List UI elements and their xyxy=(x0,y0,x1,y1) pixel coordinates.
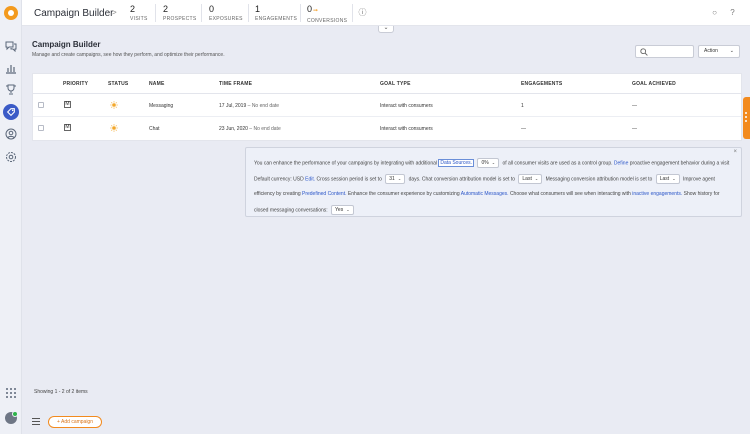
kpi-exposures[interactable]: 0 EXPOSURES xyxy=(209,4,243,22)
automatic-messages-link[interactable]: Automatic Messages. xyxy=(461,191,509,197)
divider xyxy=(300,4,301,22)
kpi-visits[interactable]: 2 VISITS xyxy=(130,4,148,22)
column-header[interactable]: NAME xyxy=(149,81,165,87)
info-icon[interactable]: ⓘ xyxy=(358,8,367,17)
apps-grid-icon[interactable] xyxy=(6,388,16,398)
edit-currency-link[interactable]: Edit. xyxy=(305,176,315,182)
side-panel-handle[interactable] xyxy=(743,97,750,139)
campaign-table: PRIORITY STATUS NAME TIME FRAME GOAL TYP… xyxy=(32,73,742,141)
chevron-down-icon: ⌄ xyxy=(672,176,676,181)
session-period-select[interactable]: 31 ⌄ xyxy=(385,174,406,184)
kpi-engagements[interactable]: 1 ENGAGEMENTS xyxy=(255,4,297,22)
divider xyxy=(201,4,202,22)
predefined-content-link[interactable]: Predefined Content. xyxy=(302,191,346,197)
top-bar: Campaign Builder > 2 VISITS 2 PROSPECTS … xyxy=(22,0,750,26)
priority-badge: M xyxy=(64,101,71,108)
table-header: PRIORITY STATUS NAME TIME FRAME GOAL TYP… xyxy=(33,74,741,94)
time-frame: 17 Jul, 2019 – No end date xyxy=(219,103,280,109)
control-group-select[interactable]: 0% ⌄ xyxy=(477,158,500,168)
goal-achieved-value: — xyxy=(632,126,637,132)
column-header[interactable]: GOAL ACHIEVED xyxy=(632,81,676,87)
define-link[interactable]: Define xyxy=(614,160,628,166)
search-input[interactable] xyxy=(635,45,694,58)
settings-info-panel: × You can enhance the performance of you… xyxy=(245,147,742,217)
chevron-right-icon: > xyxy=(112,8,117,17)
goal-achieved-value: — xyxy=(632,103,637,109)
app-title: Campaign Builder xyxy=(34,8,114,19)
chat-icon[interactable] xyxy=(5,40,17,52)
table-row[interactable]: M Messaging 17 Jul, 2019 – No end date I… xyxy=(33,94,741,117)
chart-icon[interactable] xyxy=(5,62,17,74)
goal-type: Interact with consumers xyxy=(380,103,433,109)
row-checkbox[interactable] xyxy=(38,125,44,131)
page-subtitle: Manage and create campaigns, see how the… xyxy=(32,52,225,58)
inactive-engagements-link[interactable]: inactive engagements. xyxy=(632,191,682,197)
column-header[interactable]: GOAL TYPE xyxy=(380,81,411,87)
divider xyxy=(352,4,353,22)
campaign-name[interactable]: Messaging xyxy=(149,103,173,109)
engagements-value: — xyxy=(521,126,526,132)
chevron-down-icon: ⌄ xyxy=(491,160,496,165)
close-icon[interactable]: × xyxy=(733,149,737,155)
help-icon[interactable]: ? xyxy=(728,8,737,17)
divider xyxy=(248,4,249,22)
table-row[interactable]: M Chat 23 Jun, 2020 – No end date Intera… xyxy=(33,117,741,140)
data-sources-link[interactable]: Data Sources. xyxy=(438,159,475,168)
info-line: closed messaging conversations: Yes ⌄ xyxy=(254,205,356,215)
chevron-down-icon[interactable]: ⌄ xyxy=(378,25,394,33)
info-line: efficiency by creating Predefined Conten… xyxy=(254,191,720,197)
chat-attribution-select[interactable]: Last ⌄ xyxy=(518,174,543,184)
history-select[interactable]: Yes ⌄ xyxy=(331,205,354,215)
divider xyxy=(155,4,156,22)
settings-icon[interactable] xyxy=(5,151,17,163)
notifications-icon[interactable]: ○ xyxy=(710,8,719,17)
info-line: Default currency: USD Edit. Cross sessio… xyxy=(254,174,715,184)
column-header[interactable]: ENGAGEMENTS xyxy=(521,81,562,87)
messaging-attribution-select[interactable]: Last ⌄ xyxy=(655,174,680,184)
status-sun-icon xyxy=(110,124,118,132)
time-frame: 23 Jun, 2020 – No end date xyxy=(219,126,281,132)
conversion-icon: ➞ xyxy=(313,8,319,14)
avatar[interactable] xyxy=(5,411,18,424)
priority-badge: M xyxy=(64,124,71,131)
row-checkbox[interactable] xyxy=(38,102,44,108)
goal-type: Interact with consumers xyxy=(380,126,433,132)
menu-icon[interactable] xyxy=(32,418,40,425)
engagements-value: 1 xyxy=(521,103,524,109)
info-line: You can enhance the performance of your … xyxy=(254,158,730,168)
kpi-prospects[interactable]: 2 PROSPECTS xyxy=(163,4,197,22)
pagination-summary: Showing 1 - 2 of 2 items xyxy=(34,389,88,395)
chevron-down-icon: ⌄ xyxy=(534,176,539,181)
kpi-conversions[interactable]: 0➞ CONVERSIONS xyxy=(307,4,347,24)
chevron-down-icon: ⌄ xyxy=(729,48,734,54)
trophy-icon[interactable] xyxy=(5,84,17,96)
action-dropdown[interactable]: Action ⌄ xyxy=(698,45,740,58)
status-sun-icon xyxy=(110,101,118,109)
chevron-down-icon: ⌄ xyxy=(397,176,402,181)
campaign-icon[interactable] xyxy=(3,104,19,120)
logo-icon[interactable] xyxy=(4,6,18,20)
column-header[interactable]: TIME FRAME xyxy=(219,81,252,87)
user-icon[interactable] xyxy=(5,128,17,140)
column-header[interactable]: STATUS xyxy=(108,81,128,87)
page-title: Campaign Builder xyxy=(32,40,101,49)
chevron-down-icon: ⌄ xyxy=(346,207,350,212)
left-rail xyxy=(0,0,22,434)
add-campaign-button[interactable]: + Add campaign xyxy=(48,416,102,428)
campaign-name[interactable]: Chat xyxy=(149,126,160,132)
search-icon xyxy=(640,48,648,56)
column-header[interactable]: PRIORITY xyxy=(63,81,88,87)
